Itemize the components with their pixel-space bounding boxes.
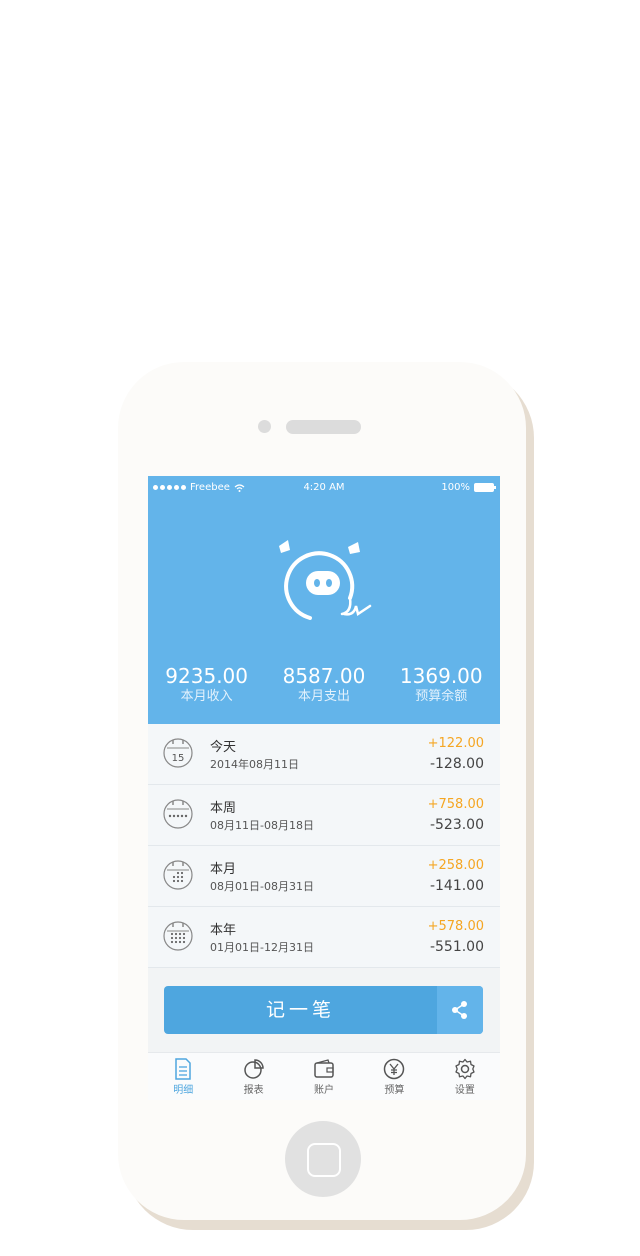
status-bar: Freebee 4:20 AM 100% <box>148 476 500 500</box>
monthly-summary: 9235.00 本月收入 8587.00 本月支出 1369.00 预算余额 <box>148 664 500 706</box>
period-date: 01月01日-12月31日 <box>210 941 314 954</box>
tab-label: 明细 <box>173 1085 194 1096</box>
period-list: 15 今天 2014年08月11日 +122.00 -128.00 本周 08月… <box>148 724 500 968</box>
calendar-year-icon <box>163 921 193 951</box>
period-title: 今天 <box>210 740 237 755</box>
calendar-week-icon <box>163 799 193 829</box>
gear-icon <box>455 1058 475 1080</box>
record-entry-label: 记一笔 <box>265 999 335 1021</box>
tab-accounts[interactable]: 账户 <box>289 1053 359 1100</box>
app-header: Freebee 4:20 AM 100% 9235.00 本月收入 8587.0… <box>148 476 500 724</box>
list-item-week[interactable]: 本周 08月11日-08月18日 +758.00 -523.00 <box>148 785 500 846</box>
income-value: 9235.00 <box>165 664 249 688</box>
list-item-year[interactable]: 本年 01月01日-12月31日 +578.00 -551.00 <box>148 907 500 968</box>
tab-budget[interactable]: 预算 <box>359 1053 429 1100</box>
home-button[interactable] <box>285 1121 361 1197</box>
period-income: +122.00 <box>427 736 484 751</box>
tab-label: 报表 <box>243 1085 264 1096</box>
period-date: 2014年08月11日 <box>210 758 299 771</box>
pig-logo-icon <box>279 540 372 620</box>
period-title: 本年 <box>210 923 237 938</box>
tab-bar: 明细 报表 账户 预算 设置 <box>148 1052 500 1100</box>
share-icon <box>452 1001 467 1019</box>
share-button[interactable] <box>437 986 483 1034</box>
calendar-month-icon <box>163 860 193 890</box>
calendar-day-number: 15 <box>172 753 185 764</box>
list-item-today[interactable]: 15 今天 2014年08月11日 +122.00 -128.00 <box>148 724 500 785</box>
calendar-day-icon: 15 <box>163 738 193 768</box>
battery-percent: 100% <box>441 482 470 493</box>
expense-value: 8587.00 <box>282 664 366 688</box>
period-income: +258.00 <box>427 858 484 873</box>
tab-reports[interactable]: 报表 <box>218 1053 288 1100</box>
period-expense: -141.00 <box>429 878 484 894</box>
list-item-month[interactable]: 本月 08月01日-08月31日 +258.00 -141.00 <box>148 846 500 907</box>
budget-value: 1369.00 <box>399 664 483 688</box>
period-title: 本周 <box>210 801 237 816</box>
document-icon <box>175 1058 191 1080</box>
battery-icon <box>474 483 496 492</box>
period-income: +758.00 <box>427 797 484 812</box>
expense-summary: 8587.00 本月支出 <box>265 664 382 706</box>
earpiece-speaker <box>286 420 361 434</box>
income-label: 本月收入 <box>180 689 233 704</box>
home-square-icon <box>307 1143 341 1177</box>
yen-icon <box>384 1058 405 1080</box>
tab-label: 账户 <box>314 1085 335 1096</box>
tab-details[interactable]: 明细 <box>148 1053 218 1100</box>
budget-summary: 1369.00 预算余额 <box>383 664 500 706</box>
period-expense: -523.00 <box>429 817 484 833</box>
wallet-icon <box>314 1059 334 1078</box>
budget-label: 预算余额 <box>415 689 468 704</box>
period-date: 08月11日-08月18日 <box>210 819 314 832</box>
period-title: 本月 <box>210 862 237 877</box>
period-income: +578.00 <box>427 919 484 934</box>
front-camera <box>258 420 271 433</box>
period-date: 08月01日-08月31日 <box>210 880 314 893</box>
expense-label: 本月支出 <box>297 689 350 704</box>
tab-label: 设置 <box>454 1085 475 1096</box>
tab-label: 预算 <box>384 1085 405 1096</box>
period-expense: -551.00 <box>429 939 484 955</box>
app-screen: Freebee 4:20 AM 100% 9235.00 本月收入 8587.0… <box>148 476 500 1100</box>
income-summary: 9235.00 本月收入 <box>148 664 265 706</box>
tab-settings[interactable]: 设置 <box>430 1053 500 1100</box>
record-entry-button[interactable]: 记一笔 <box>164 986 483 1034</box>
pie-chart-icon <box>243 1059 264 1079</box>
period-expense: -128.00 <box>429 756 484 772</box>
